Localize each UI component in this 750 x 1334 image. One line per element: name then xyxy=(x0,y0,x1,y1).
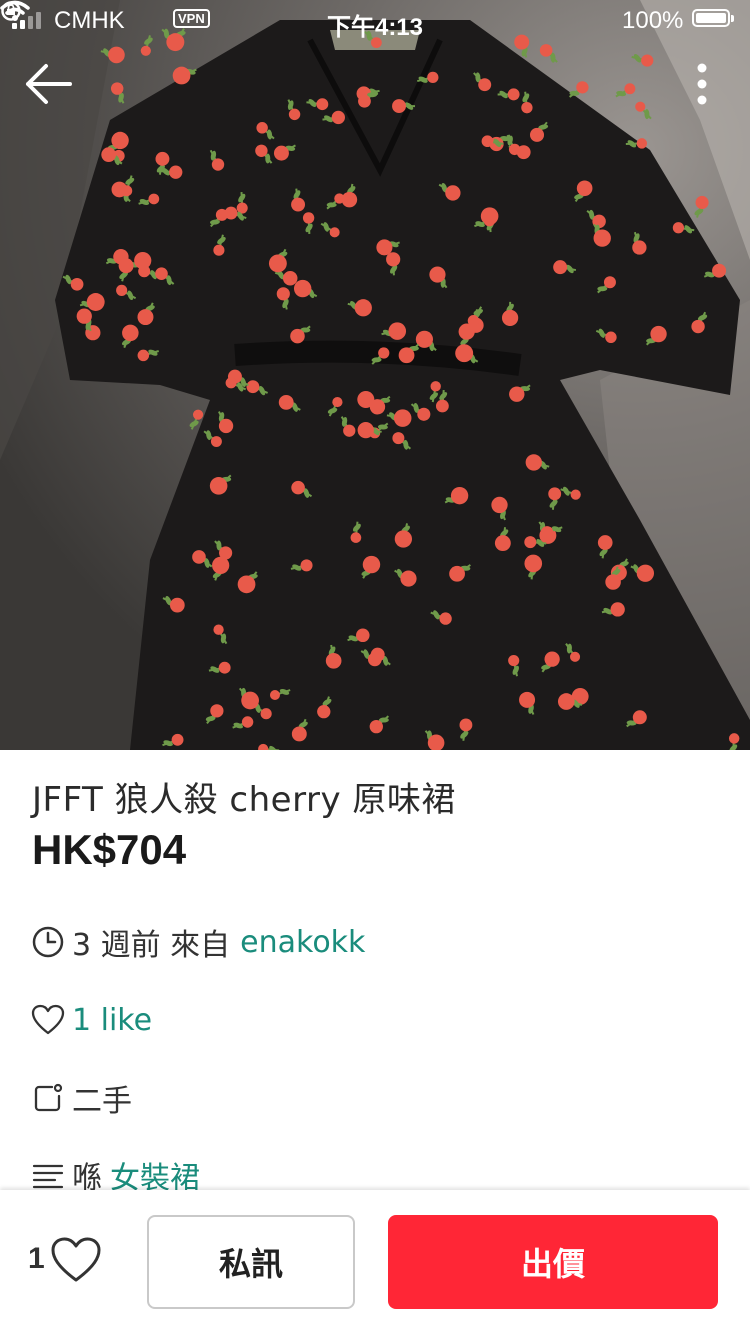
category-row: 喺 女裝裙 xyxy=(30,1155,200,1196)
likes-link[interactable]: 1 like xyxy=(72,1003,152,1038)
likes-row[interactable]: 1 like xyxy=(30,1000,152,1040)
status-bar: CMHK VPN 下午4:13 100% xyxy=(0,0,750,41)
posted-ago-text: 3 週前 來自 xyxy=(72,928,231,963)
condition-text: 二手 xyxy=(72,1084,132,1119)
back-arrow-icon xyxy=(26,64,72,104)
clock-icon xyxy=(30,924,66,960)
make-offer-button[interactable]: 出價 xyxy=(388,1215,718,1309)
back-button[interactable] xyxy=(22,62,74,106)
bottom-action-bar: 1 私訊 出價 xyxy=(0,1190,750,1334)
list-icon xyxy=(30,1157,66,1193)
like-count: 1 xyxy=(28,1242,45,1275)
product-photo[interactable]: CMHK VPN 下午4:13 100% xyxy=(0,0,750,750)
posted-info-row: 3 週前 來自 enakokk xyxy=(30,922,365,963)
heart-icon xyxy=(30,1002,66,1038)
listing-price: HK$704 xyxy=(32,826,187,873)
battery-icon xyxy=(692,9,734,27)
tag-icon xyxy=(30,1080,66,1116)
rotation-lock-icon xyxy=(1,1,21,21)
condition-row: 二手 xyxy=(30,1078,132,1119)
seller-link[interactable]: enakokk xyxy=(240,925,365,960)
like-button[interactable] xyxy=(50,1236,102,1284)
battery-percent: 100% xyxy=(622,7,684,34)
heart-icon xyxy=(51,1237,101,1282)
dress-illustration xyxy=(0,0,750,750)
more-vertical-icon xyxy=(697,63,707,105)
chat-button[interactable]: 私訊 xyxy=(147,1215,355,1309)
listing-title: JFFT 狼人殺 cherry 原味裙 xyxy=(32,780,456,820)
more-options-button[interactable] xyxy=(684,60,720,110)
